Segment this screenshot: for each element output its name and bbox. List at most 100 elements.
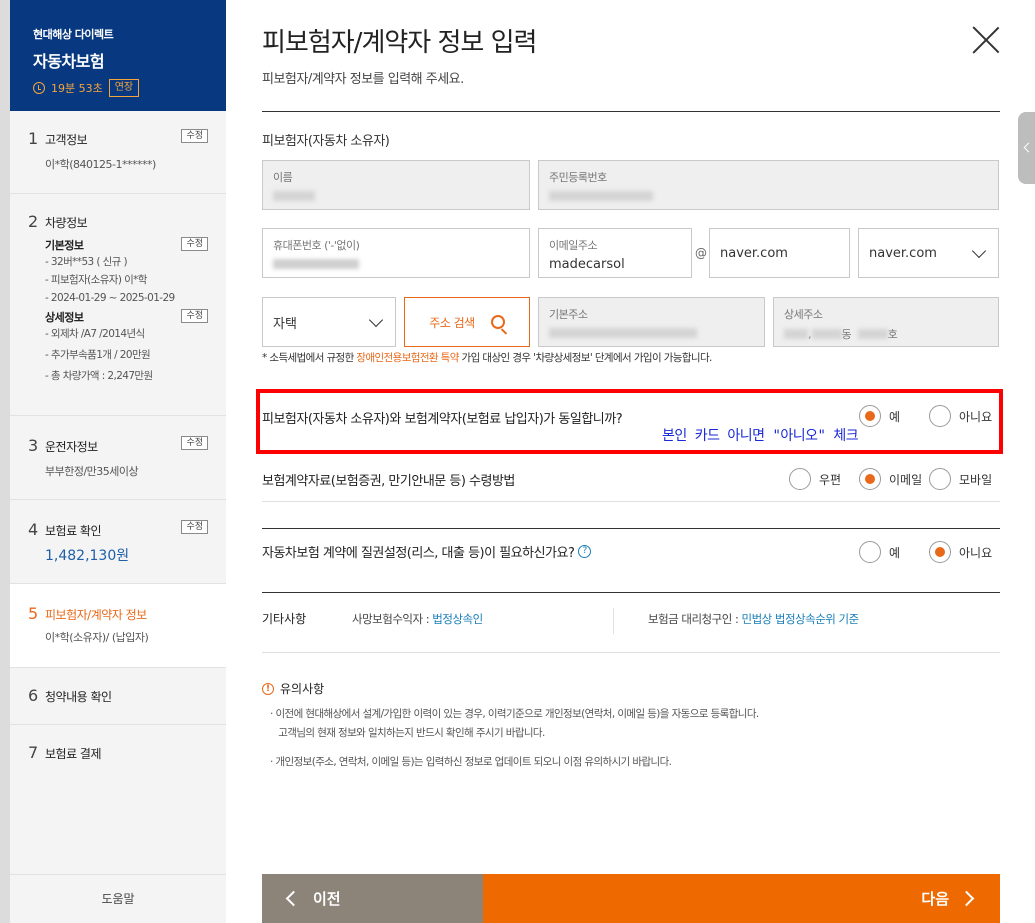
email-id-field[interactable]: 이메일주소 madecarsol bbox=[538, 228, 692, 278]
beneficiary-value: 법정상속인 bbox=[432, 612, 483, 626]
pledge-no-radio[interactable]: 아니요 bbox=[929, 541, 992, 563]
claimant-label: 보험금 대리청구인 : bbox=[648, 612, 742, 626]
address-type-select[interactable]: 자택 bbox=[262, 297, 396, 347]
step-label: 고객정보 bbox=[45, 133, 88, 147]
pledge-question-row: 자동차보험 계약에 질권설정(리스, 대출 등)이 필요하신가요? ? bbox=[262, 542, 592, 561]
info-icon: ! bbox=[262, 682, 274, 695]
notice-title: ! 유의사항 bbox=[262, 680, 324, 697]
next-label: 다음 bbox=[921, 890, 949, 908]
detail-address-field[interactable]: 상세주소 , 동 호 bbox=[773, 297, 999, 347]
q2-divider bbox=[262, 501, 1000, 502]
edit-detail-info-button[interactable]: 수정 bbox=[181, 309, 208, 323]
radio-circle bbox=[859, 541, 881, 563]
pledge-yes-radio[interactable]: 예 bbox=[859, 541, 900, 563]
base-address-label: 기본주소 bbox=[549, 308, 588, 321]
step-number: 4 bbox=[28, 520, 39, 539]
delivery-email-radio[interactable]: 이메일 bbox=[859, 468, 922, 490]
side-panel-toggle[interactable] bbox=[1018, 112, 1035, 184]
step-7-payment: 7 보험료 결제 bbox=[10, 725, 226, 782]
step-2-title-row: 2 차량정보 bbox=[28, 212, 226, 231]
q3-top-divider bbox=[262, 528, 1000, 529]
document-delivery-question: 보험계약자료(보험증권, 만기안내문 등) 수령방법 bbox=[262, 474, 515, 489]
email-id-value: madecarsol bbox=[549, 257, 625, 272]
note-text-post: 가입 대상인 경우 '차량상세정보' 단계에서 가입이 가능합니다. bbox=[458, 352, 713, 364]
death-beneficiary: 사망보험수익자 : 법정상속인 bbox=[352, 611, 483, 627]
step-label: 청약내용 확인 bbox=[45, 690, 112, 704]
radio-label: 우편 bbox=[819, 472, 842, 487]
left-edge-strip bbox=[0, 0, 10, 923]
delivery-mail-radio[interactable]: 우편 bbox=[789, 468, 841, 490]
prev-button[interactable]: 이전 bbox=[262, 874, 483, 923]
step-label: 보험료 확인 bbox=[45, 524, 102, 538]
session-timer: 19분 53초 연장 bbox=[33, 79, 226, 97]
vehicle-line: - 추가부속품1개 / 20만원 bbox=[45, 349, 151, 361]
edit-basic-info-button[interactable]: 수정 bbox=[181, 237, 208, 251]
step-5-title-row: 5 피보험자/계약자 정보 bbox=[28, 604, 226, 623]
brand-name: 현대해상 다이렉트 bbox=[33, 28, 114, 41]
detail-address-value: , 동 호 bbox=[784, 326, 988, 342]
step-1-title-row: 1 고객정보 수정 bbox=[28, 129, 226, 148]
phone-field[interactable]: 휴대폰번호 ('-'없이) bbox=[262, 228, 530, 278]
address-search-button[interactable]: 주소 검색 bbox=[404, 297, 530, 347]
step-3-driver-info: 3 운전자정보 수정 부부한정/만35세이상 bbox=[10, 416, 226, 500]
etc-top-divider bbox=[262, 592, 1000, 593]
edit-premium-button[interactable]: 수정 bbox=[181, 520, 208, 534]
product-name: 자동차보험 bbox=[33, 52, 105, 71]
step-4-premium-check: 4 보험료 확인 수정 1,482,130원 bbox=[10, 500, 226, 584]
next-button[interactable]: 다음 bbox=[483, 874, 1000, 923]
email-domain-input[interactable]: naver.com bbox=[709, 228, 850, 278]
edit-driver-info-button[interactable]: 수정 bbox=[181, 436, 208, 450]
chevron-right-icon bbox=[958, 890, 975, 907]
sidebar: 현대해상 다이렉트 자동차보험 19분 53초 연장 1 고객정보 수정 이*학… bbox=[10, 0, 226, 923]
vehicle-line: - 2024-01-29 ~ 2025-01-29 bbox=[45, 292, 175, 304]
email-field-label: 이메일주소 bbox=[549, 239, 598, 252]
help-button[interactable]: 도움말 bbox=[10, 874, 226, 923]
timer-text: 19분 53초 bbox=[51, 82, 103, 95]
step-label: 운전자정보 bbox=[45, 440, 98, 454]
step-5-insured-info: 5 피보험자/계약자 정보 이*학(소유자)/ (납입자) bbox=[10, 584, 226, 668]
step-6-application-review: 6 청약내용 확인 bbox=[10, 668, 226, 725]
email-domain-select-value: naver.com bbox=[869, 245, 937, 261]
step-6-title-row: 6 청약내용 확인 bbox=[28, 686, 226, 705]
step-summary: 이*학(소유자)/ (납입자) bbox=[45, 631, 149, 644]
step-3-title-row: 3 운전자정보 수정 bbox=[28, 436, 226, 455]
name-field-label: 이름 bbox=[273, 171, 293, 184]
disability-rider-note: * 소득세법에서 규정한 장애인전용보험전환 특약 가입 대상인 경우 '차량상… bbox=[262, 350, 712, 365]
phone-field-label: 휴대폰번호 ('-'없이) bbox=[273, 239, 360, 252]
rrn-field-label: 주민등록번호 bbox=[549, 171, 607, 184]
edit-customer-info-button[interactable]: 수정 bbox=[181, 129, 208, 143]
radio-label: 예 bbox=[889, 545, 901, 560]
detail-address-label: 상세주소 bbox=[784, 308, 823, 321]
title-divider bbox=[262, 111, 1000, 112]
radio-circle bbox=[789, 468, 811, 490]
etc-bottom-divider bbox=[262, 652, 1000, 653]
notice-line: · 개인정보(주소, 연락처, 이메일 등)는 입력하신 정보로 업데이트 되오… bbox=[270, 756, 672, 768]
delivery-mobile-radio[interactable]: 모바일 bbox=[929, 468, 992, 490]
step-number: 3 bbox=[28, 436, 39, 455]
claimant-value: 민법상 법정상속순위 기준 bbox=[741, 612, 859, 626]
chevron-down-icon bbox=[971, 243, 987, 258]
extend-session-button[interactable]: 연장 bbox=[108, 79, 140, 97]
radio-label: 모바일 bbox=[959, 472, 993, 487]
basic-info-label: 기본정보 bbox=[45, 239, 84, 252]
pledge-question: 자동차보험 계약에 질권설정(리스, 대출 등)이 필요하신가요? bbox=[262, 546, 575, 561]
close-icon[interactable] bbox=[970, 24, 1002, 56]
radio-circle bbox=[929, 541, 951, 563]
step-label: 피보험자/계약자 정보 bbox=[45, 608, 147, 622]
email-domain-select[interactable]: naver.com bbox=[858, 228, 999, 278]
notice-line: · 이전에 현대해상에서 설계/가입한 이력이 있는 경우, 이력기준으로 개인… bbox=[270, 708, 759, 720]
note-highlight: 장애인전용보험전환 특약 bbox=[356, 352, 459, 364]
detail-address-text-2: 동 bbox=[841, 328, 852, 341]
step-summary: 이*학(840125-1******) bbox=[45, 158, 156, 171]
basic-info-head: 기본정보 수정 bbox=[45, 237, 226, 253]
step-4-title-row: 4 보험료 확인 수정 bbox=[28, 520, 226, 539]
section-label: 피보험자(자동차 소유자) bbox=[262, 134, 390, 149]
step-2-vehicle-info: 2 차량정보 기본정보 수정 - 32버**53 ( 신규 ) - 피보험자(소… bbox=[10, 194, 226, 416]
step-label: 차량정보 bbox=[45, 216, 88, 230]
search-icon bbox=[490, 315, 505, 329]
step-summary: 부부한정/만35세이상 bbox=[45, 465, 139, 478]
step-7-title-row: 7 보험료 결제 bbox=[28, 743, 226, 762]
name-field: 이름 bbox=[262, 160, 530, 210]
beneficiary-label: 사망보험수익자 : bbox=[352, 612, 433, 626]
help-question-icon[interactable]: ? bbox=[578, 545, 592, 558]
